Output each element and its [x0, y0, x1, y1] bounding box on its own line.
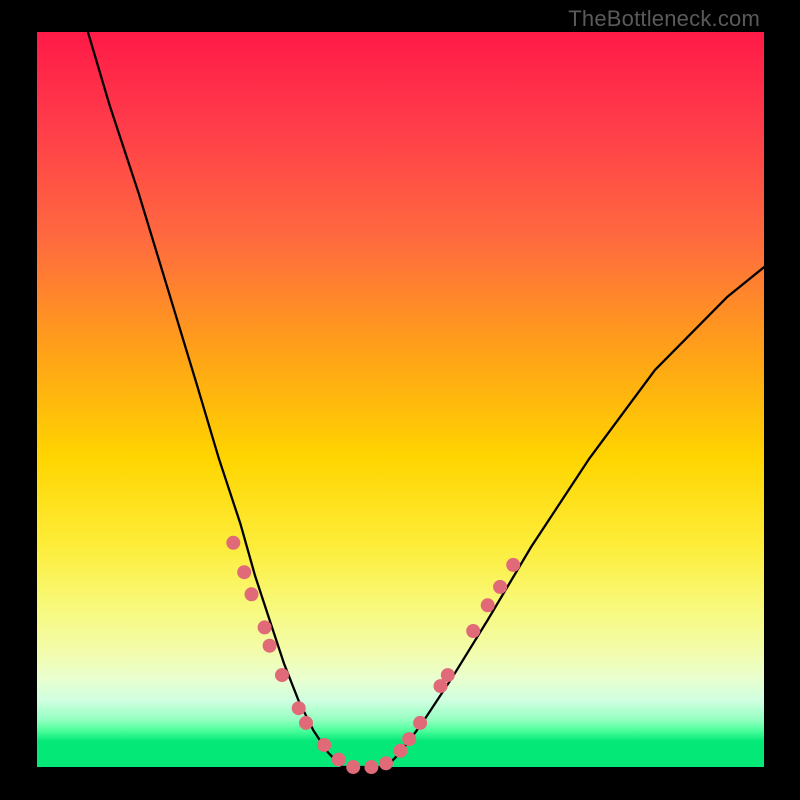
highlight-dot: [379, 756, 393, 770]
highlight-dot: [346, 760, 360, 774]
chart-svg: [37, 32, 764, 767]
highlight-dot: [466, 624, 480, 638]
highlight-dot: [402, 732, 416, 746]
chart-frame: TheBottleneck.com: [0, 0, 800, 800]
highlight-dot: [506, 558, 520, 572]
highlight-dot: [441, 668, 455, 682]
watermark-text: TheBottleneck.com: [568, 6, 760, 32]
highlight-dot: [258, 620, 272, 634]
highlight-dot: [299, 716, 313, 730]
highlight-dot: [493, 580, 507, 594]
highlight-dot: [364, 760, 378, 774]
highlight-dot: [237, 565, 251, 579]
highlight-dot: [332, 753, 346, 767]
highlight-dot: [275, 668, 289, 682]
highlight-dot: [226, 536, 240, 550]
highlight-dot: [394, 744, 408, 758]
highlight-dot: [245, 587, 259, 601]
highlight-dot: [413, 716, 427, 730]
plot-area: [37, 32, 764, 767]
highlight-dot: [263, 639, 277, 653]
bottleneck-curve: [88, 32, 764, 767]
highlight-dot: [292, 701, 306, 715]
highlight-dots: [226, 536, 520, 774]
highlight-dot: [481, 598, 495, 612]
highlight-dot: [317, 738, 331, 752]
